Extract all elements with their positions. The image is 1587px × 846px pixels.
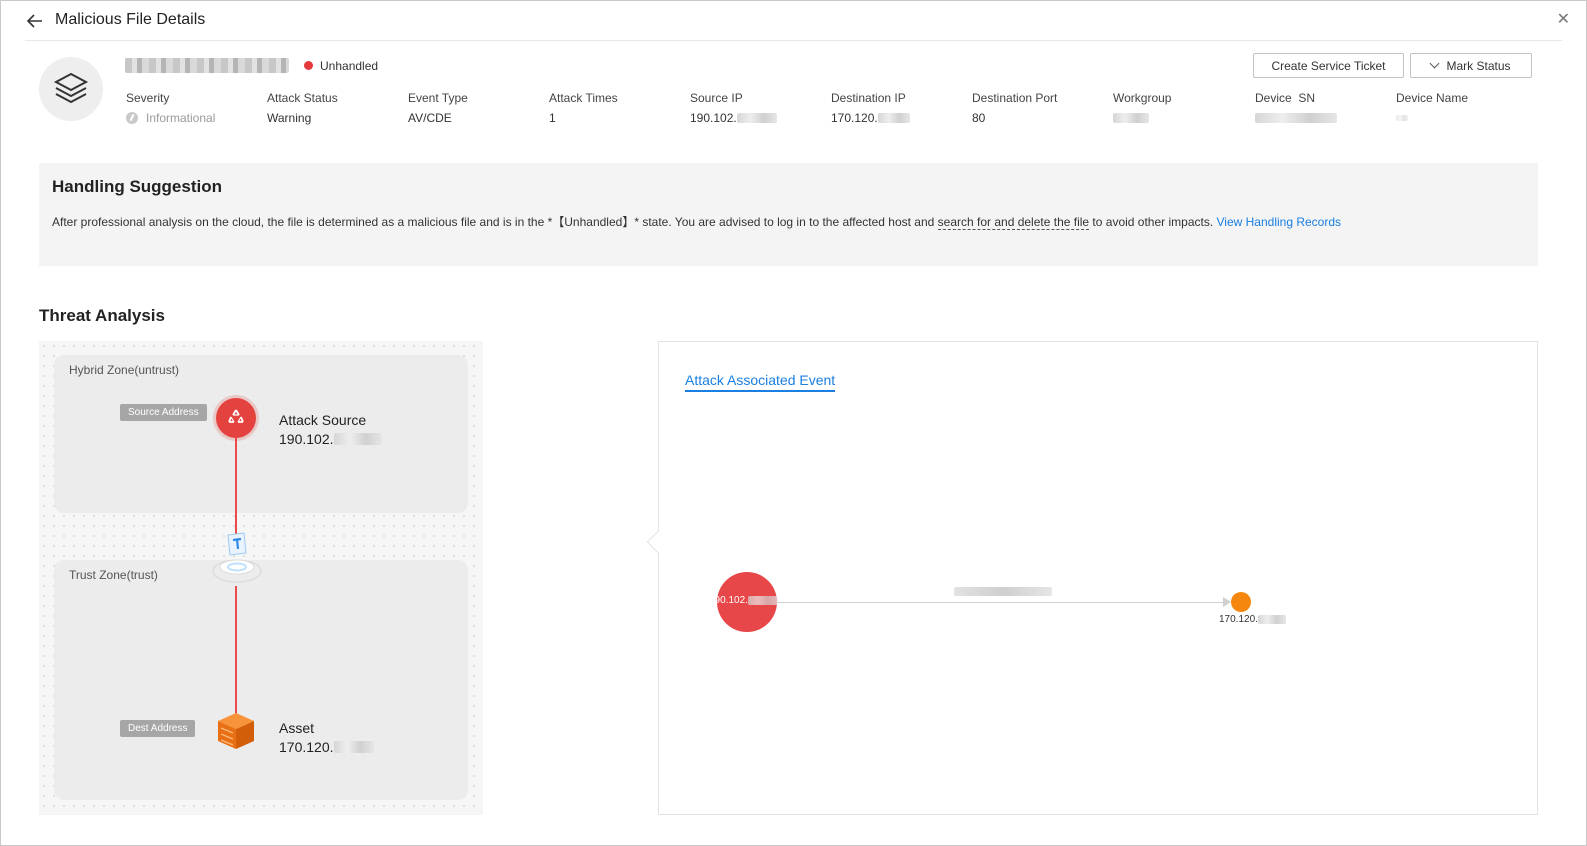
- field-label: Device SN: [1255, 91, 1316, 105]
- suggestion-text-start: After professional analysis on the cloud…: [52, 215, 938, 229]
- asset-title: Asset: [279, 720, 315, 736]
- field-value: 80: [972, 111, 986, 125]
- source-address-tag: Source Address: [120, 404, 207, 421]
- field-attack-status: Attack Status Warning: [267, 91, 407, 125]
- attack-topology: Hybrid Zone(untrust) Trust Zone(trust) S…: [39, 341, 483, 815]
- attack-source-ip-value: 190.102.: [279, 431, 334, 447]
- field-value: AV/CDE: [408, 111, 452, 125]
- field-label: Attack Times: [549, 91, 618, 105]
- suggestion-text: After professional analysis on the cloud…: [52, 213, 1341, 230]
- delete-file-hint[interactable]: search for and delete the file: [937, 215, 1090, 230]
- event-edge-line: [777, 602, 1223, 603]
- back-arrow-icon[interactable]: [25, 11, 45, 31]
- asset-server-icon[interactable]: [215, 711, 257, 751]
- panel-pointer: [646, 530, 670, 554]
- tab-attack-associated-event[interactable]: Attack Associated Event: [685, 372, 836, 392]
- field-device-sn: Device SN: [1255, 91, 1395, 125]
- field-label: Event Type: [408, 91, 468, 105]
- attack-path-line: [235, 436, 237, 536]
- attack-source-icon[interactable]: [216, 398, 256, 438]
- redacted-value: [747, 596, 778, 605]
- redacted-value: [736, 113, 777, 123]
- trust-zone: Trust Zone(trust): [54, 560, 468, 800]
- redacted-value: [1396, 115, 1408, 121]
- field-attack-times: Attack Times 1: [549, 91, 689, 125]
- mark-status-label: Mark Status: [1446, 58, 1511, 73]
- field-label: Destination Port: [972, 91, 1058, 105]
- redacted-value: [1113, 113, 1149, 123]
- status-dot: [304, 61, 313, 70]
- dest-ip-node-label: 170.120.: [1219, 614, 1286, 625]
- view-handling-records-link[interactable]: View Handling Records: [1217, 215, 1342, 229]
- dest-address-tag: Dest Address: [120, 720, 196, 737]
- close-icon[interactable]: ✕: [1557, 9, 1570, 29]
- field-value: 190.102.: [690, 111, 737, 125]
- attack-associated-event-panel: Attack Associated Event 190.102. 170.120…: [646, 341, 1538, 815]
- redacted-value: [877, 113, 910, 123]
- file-layers-icon: [39, 57, 103, 121]
- field-label: Source IP: [690, 91, 743, 105]
- chevron-down-icon: [1430, 58, 1440, 69]
- attack-path-line: [235, 586, 237, 716]
- mark-status-button[interactable]: Mark Status: [1410, 53, 1532, 78]
- field-event-type: Event Type AV/CDE: [408, 91, 548, 125]
- field-label: Device Name: [1396, 91, 1469, 105]
- field-label: Workgroup: [1113, 91, 1172, 105]
- threat-analysis-title: Threat Analysis: [39, 306, 165, 325]
- edge-label-redacted: [954, 587, 1052, 596]
- field-device-name: Device Name: [1396, 91, 1536, 125]
- field-label: Attack Status: [267, 91, 338, 105]
- field-workgroup: Workgroup: [1113, 91, 1253, 125]
- dest-ip-node-value: 170.120.: [1219, 614, 1258, 625]
- handling-suggestion-panel: Handling Suggestion After professional a…: [39, 163, 1538, 266]
- zone-label: Trust Zone(trust): [69, 568, 158, 582]
- status-label: Unhandled: [320, 59, 379, 73]
- field-value: Informational: [146, 111, 216, 125]
- field-label: Destination IP: [831, 91, 906, 105]
- attack-source-title: Attack Source: [279, 412, 367, 428]
- suggestion-text-end: to avoid other impacts.: [1089, 215, 1217, 229]
- source-ip-node-label: 190.102.: [709, 595, 778, 606]
- create-service-ticket-button[interactable]: Create Service Ticket: [1253, 53, 1404, 78]
- field-value: Warning: [267, 111, 312, 125]
- edge-arrow-icon: [1223, 597, 1231, 607]
- redacted-value: [1257, 615, 1286, 624]
- field-value: 1: [549, 111, 556, 125]
- file-name-redacted: [125, 58, 289, 73]
- field-destination-port: Destination Port 80: [972, 91, 1112, 125]
- firewall-device-icon[interactable]: [212, 529, 262, 585]
- dest-ip-node[interactable]: [1231, 592, 1251, 612]
- field-label: Severity: [126, 91, 170, 105]
- header-bar: Malicious File Details ✕: [25, 1, 1570, 41]
- attack-source-ip: 190.102.: [279, 431, 382, 447]
- field-source-ip: Source IP 190.102.: [690, 91, 830, 125]
- asset-ip: 170.120.: [279, 739, 374, 755]
- asset-ip-value: 170.120.: [279, 739, 334, 755]
- malicious-file-details-page: Malicious File Details ✕ Unhandled Creat…: [0, 0, 1587, 846]
- redacted-value: [333, 741, 374, 753]
- untrust-zone: Hybrid Zone(untrust): [54, 355, 468, 513]
- zone-label: Hybrid Zone(untrust): [69, 363, 180, 377]
- severity-icon: [126, 112, 138, 124]
- source-ip-node-value: 190.102.: [709, 595, 748, 606]
- page-title: Malicious File Details: [55, 11, 206, 28]
- suggestion-title: Handling Suggestion: [52, 177, 222, 196]
- redacted-value: [333, 433, 382, 445]
- field-value: 170.120.: [831, 111, 878, 125]
- field-severity: Severity Informational: [126, 91, 266, 125]
- redacted-value: [1255, 113, 1337, 123]
- field-destination-ip: Destination IP 170.120.: [831, 91, 971, 125]
